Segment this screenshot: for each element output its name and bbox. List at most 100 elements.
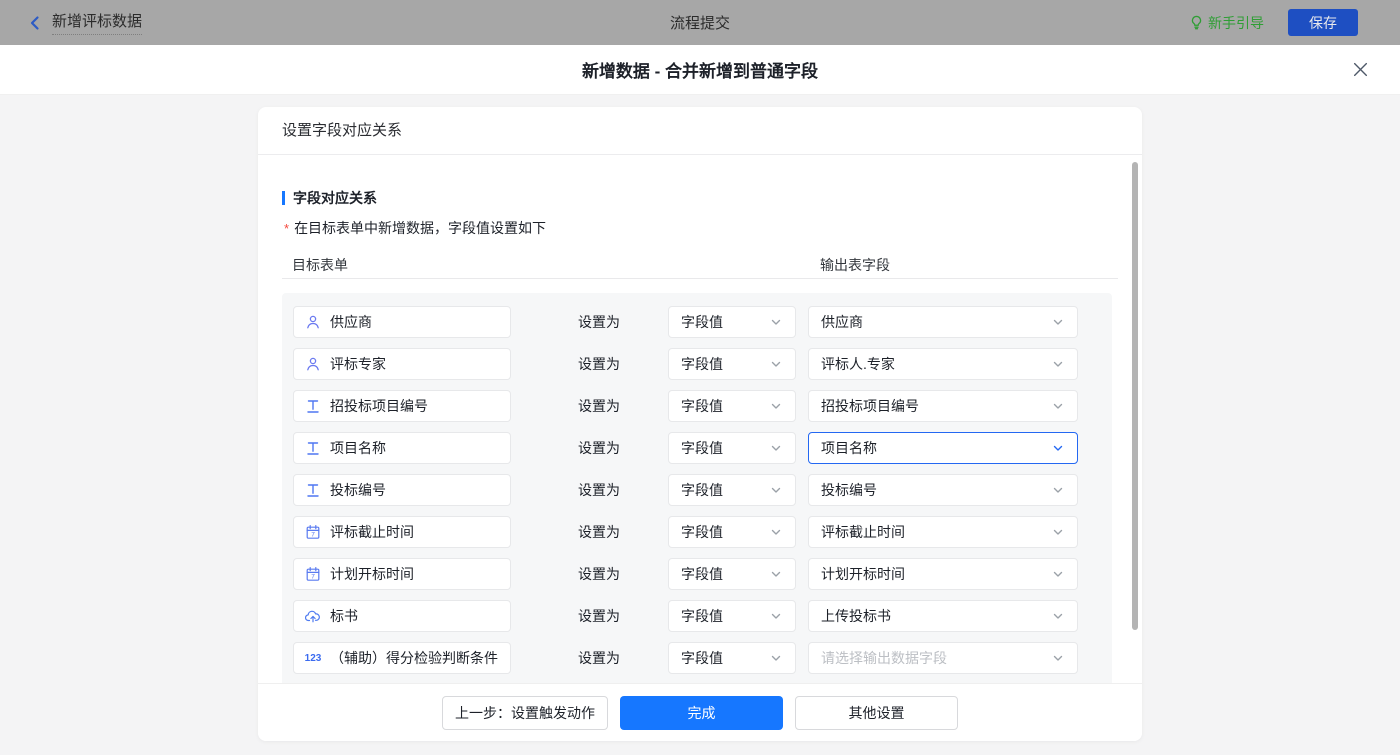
modal-title: 新增数据 - 合并新增到普通字段: [582, 57, 818, 82]
back-icon[interactable]: [26, 14, 44, 32]
calendar-icon: 7: [304, 524, 322, 540]
field-mapping-row: 7 计划开标时间 设置为 字段值 计划开标时间: [293, 558, 1112, 590]
value-mode-select[interactable]: 字段值: [668, 642, 796, 674]
value-mode-select[interactable]: 字段值: [668, 432, 796, 464]
value-mode-value: 字段值: [681, 312, 723, 332]
field-mapping-row: 招投标项目编号 设置为 字段值 招投标项目编号: [293, 390, 1112, 422]
output-field-value: 投标编号: [821, 480, 877, 500]
chevron-down-icon: [769, 609, 783, 623]
lightbulb-icon: [1189, 15, 1204, 30]
value-mode-select[interactable]: 字段值: [668, 600, 796, 632]
chevron-down-icon: [1051, 483, 1065, 497]
previous-step-button[interactable]: 上一步：设置触发动作: [442, 696, 608, 730]
target-field-box: 投标编号: [293, 474, 511, 506]
set-as-label: 设置为: [578, 648, 623, 668]
card-footer: 上一步：设置触发动作 完成 其他设置: [258, 683, 1142, 741]
vertical-scrollbar-thumb[interactable]: [1132, 162, 1138, 630]
text-icon: [304, 398, 322, 414]
chevron-down-icon: [1051, 525, 1065, 539]
output-field-value: 项目名称: [821, 438, 877, 458]
output-field-select[interactable]: 招投标项目编号: [808, 390, 1078, 422]
field-mapping-row: 供应商 设置为 字段值 供应商: [293, 306, 1112, 338]
target-field-label: （辅助）得分检验判断条件: [330, 648, 498, 668]
field-mapping-row: 项目名称 设置为 字段值 项目名称: [293, 432, 1112, 464]
target-field-box: 7 计划开标时间: [293, 558, 511, 590]
output-field-select[interactable]: 项目名称: [808, 432, 1078, 464]
chevron-down-icon: [769, 567, 783, 581]
set-as-label: 设置为: [578, 564, 623, 584]
output-field-select[interactable]: 评标截止时间: [808, 516, 1078, 548]
target-field-label: 标书: [330, 606, 358, 626]
chevron-down-icon: [769, 399, 783, 413]
value-mode-select[interactable]: 字段值: [668, 306, 796, 338]
text-icon: [304, 440, 322, 456]
value-mode-value: 字段值: [681, 606, 723, 626]
target-field-label: 计划开标时间: [330, 564, 414, 584]
target-field-box: 标书: [293, 600, 511, 632]
chevron-down-icon: [1051, 399, 1065, 413]
chevron-down-icon: [769, 357, 783, 371]
target-field-box: 评标专家: [293, 348, 511, 380]
target-field-box: 7 评标截止时间: [293, 516, 511, 548]
set-as-label: 设置为: [578, 606, 623, 626]
output-field-value: 上传投标书: [821, 606, 891, 626]
output-field-select[interactable]: 请选择输出数据字段: [808, 642, 1078, 674]
field-mapping-row: 评标专家 设置为 字段值 评标人.专家: [293, 348, 1112, 380]
value-mode-value: 字段值: [681, 522, 723, 542]
target-field-label: 评标专家: [330, 354, 386, 374]
target-field-label: 招投标项目编号: [330, 396, 428, 416]
close-icon[interactable]: [1350, 60, 1370, 80]
value-mode-value: 字段值: [681, 396, 723, 416]
flow-name[interactable]: 新增评标数据: [52, 10, 142, 35]
target-field-box: 供应商: [293, 306, 511, 338]
column-target-form: 目标表单: [292, 255, 348, 275]
value-mode-select[interactable]: 字段值: [668, 474, 796, 506]
output-field-value: 请选择输出数据字段: [821, 648, 947, 668]
text-icon: [304, 482, 322, 498]
mapping-note-text: 在目标表单中新增数据，字段值设置如下: [294, 220, 546, 236]
calendar-icon: 7: [304, 566, 322, 582]
set-as-label: 设置为: [578, 480, 623, 500]
value-mode-select[interactable]: 字段值: [668, 558, 796, 590]
svg-text:7: 7: [311, 573, 315, 580]
output-field-select[interactable]: 供应商: [808, 306, 1078, 338]
value-mode-value: 字段值: [681, 648, 723, 668]
target-field-label: 评标截止时间: [330, 522, 414, 542]
field-mapping-panel: 供应商 设置为 字段值 供应商 评标专家 设置为 字段值 评标人.专家 招投标项: [282, 293, 1112, 683]
set-as-label: 设置为: [578, 354, 623, 374]
chevron-down-icon: [1051, 609, 1065, 623]
value-mode-value: 字段值: [681, 480, 723, 500]
save-button[interactable]: 保存: [1288, 9, 1358, 36]
output-field-select[interactable]: 评标人.专家: [808, 348, 1078, 380]
target-field-box: 项目名称: [293, 432, 511, 464]
set-as-label: 设置为: [578, 396, 623, 416]
column-headers: 目标表单 输出表字段: [282, 255, 1118, 279]
value-mode-value: 字段值: [681, 438, 723, 458]
mapping-note: * 在目标表单中新增数据，字段值设置如下: [282, 218, 1118, 238]
output-field-value: 招投标项目编号: [821, 396, 919, 416]
set-as-label: 设置为: [578, 438, 623, 458]
top-navbar: 新增评标数据 流程提交 新手引导 保存: [0, 0, 1400, 45]
svg-text:7: 7: [311, 531, 315, 538]
value-mode-select[interactable]: 字段值: [668, 390, 796, 422]
output-field-value: 计划开标时间: [821, 564, 905, 584]
chevron-down-icon: [1051, 315, 1065, 329]
other-settings-button[interactable]: 其他设置: [795, 696, 958, 730]
cloud-upload-icon: [304, 608, 322, 624]
modal-header: 新增数据 - 合并新增到普通字段: [0, 45, 1400, 95]
finish-button[interactable]: 完成: [620, 696, 783, 730]
value-mode-select[interactable]: 字段值: [668, 348, 796, 380]
value-mode-value: 字段值: [681, 564, 723, 584]
output-field-select[interactable]: 计划开标时间: [808, 558, 1078, 590]
output-field-value: 供应商: [821, 312, 863, 332]
output-field-select[interactable]: 上传投标书: [808, 600, 1078, 632]
number-icon: 123: [304, 653, 322, 664]
output-field-select[interactable]: 投标编号: [808, 474, 1078, 506]
value-mode-select[interactable]: 字段值: [668, 516, 796, 548]
beginner-guide-link[interactable]: 新手引导: [1189, 13, 1264, 33]
target-field-box: 招投标项目编号: [293, 390, 511, 422]
required-mark: *: [284, 221, 289, 236]
set-as-label: 设置为: [578, 522, 623, 542]
chevron-down-icon: [1051, 441, 1065, 455]
card-scroll-area: 字段对应关系 *在目标表单中新增数据，字段值设置如下 目标表单 输出表字段 供应…: [258, 155, 1142, 683]
